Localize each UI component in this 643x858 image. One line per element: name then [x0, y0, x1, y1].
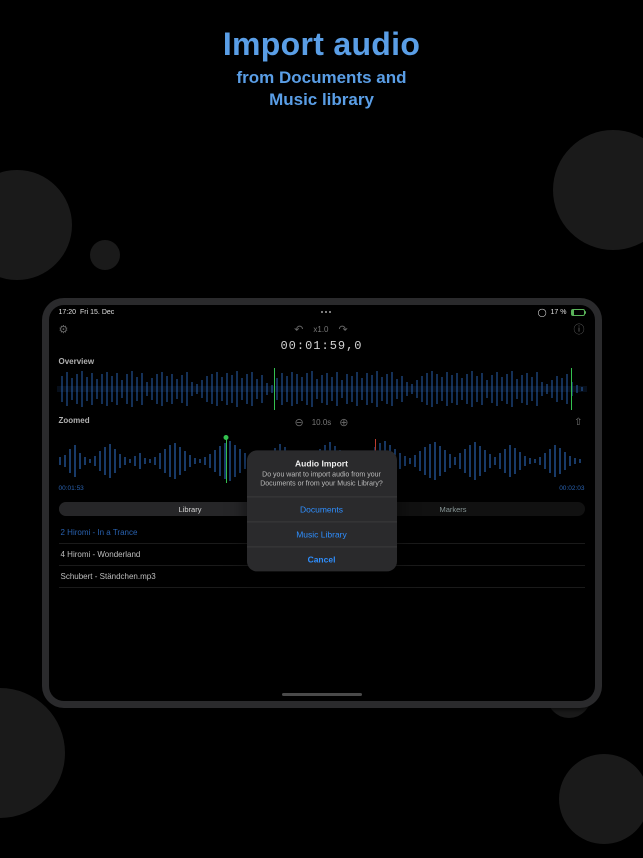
bg-circle	[553, 130, 643, 250]
tablet-frame: 17:20 Fri 15. Dec ◯ 17 % ⚙ ↶ x1.0 ↷ ⓘ 00…	[42, 298, 602, 708]
bg-circle	[0, 688, 65, 818]
dialog-title: Audio Import	[247, 450, 397, 470]
music-library-button[interactable]: Music Library	[247, 522, 397, 547]
app-screen: 17:20 Fri 15. Dec ◯ 17 % ⚙ ↶ x1.0 ↷ ⓘ 00…	[49, 305, 595, 701]
bg-circle	[90, 240, 120, 270]
hero-subtitle: Music library	[0, 89, 643, 111]
hero: Import audio from Documents and Music li…	[0, 0, 643, 111]
hero-subtitle: from Documents and	[0, 67, 643, 89]
import-dialog: Audio Import Do you want to import audio…	[247, 450, 397, 571]
dialog-message: Do you want to import audio from your Do…	[247, 470, 397, 496]
documents-button[interactable]: Documents	[247, 497, 397, 522]
bg-circle	[0, 170, 72, 280]
bg-circle	[559, 754, 643, 844]
cancel-button[interactable]: Cancel	[247, 547, 397, 572]
hero-title: Import audio	[0, 26, 643, 63]
